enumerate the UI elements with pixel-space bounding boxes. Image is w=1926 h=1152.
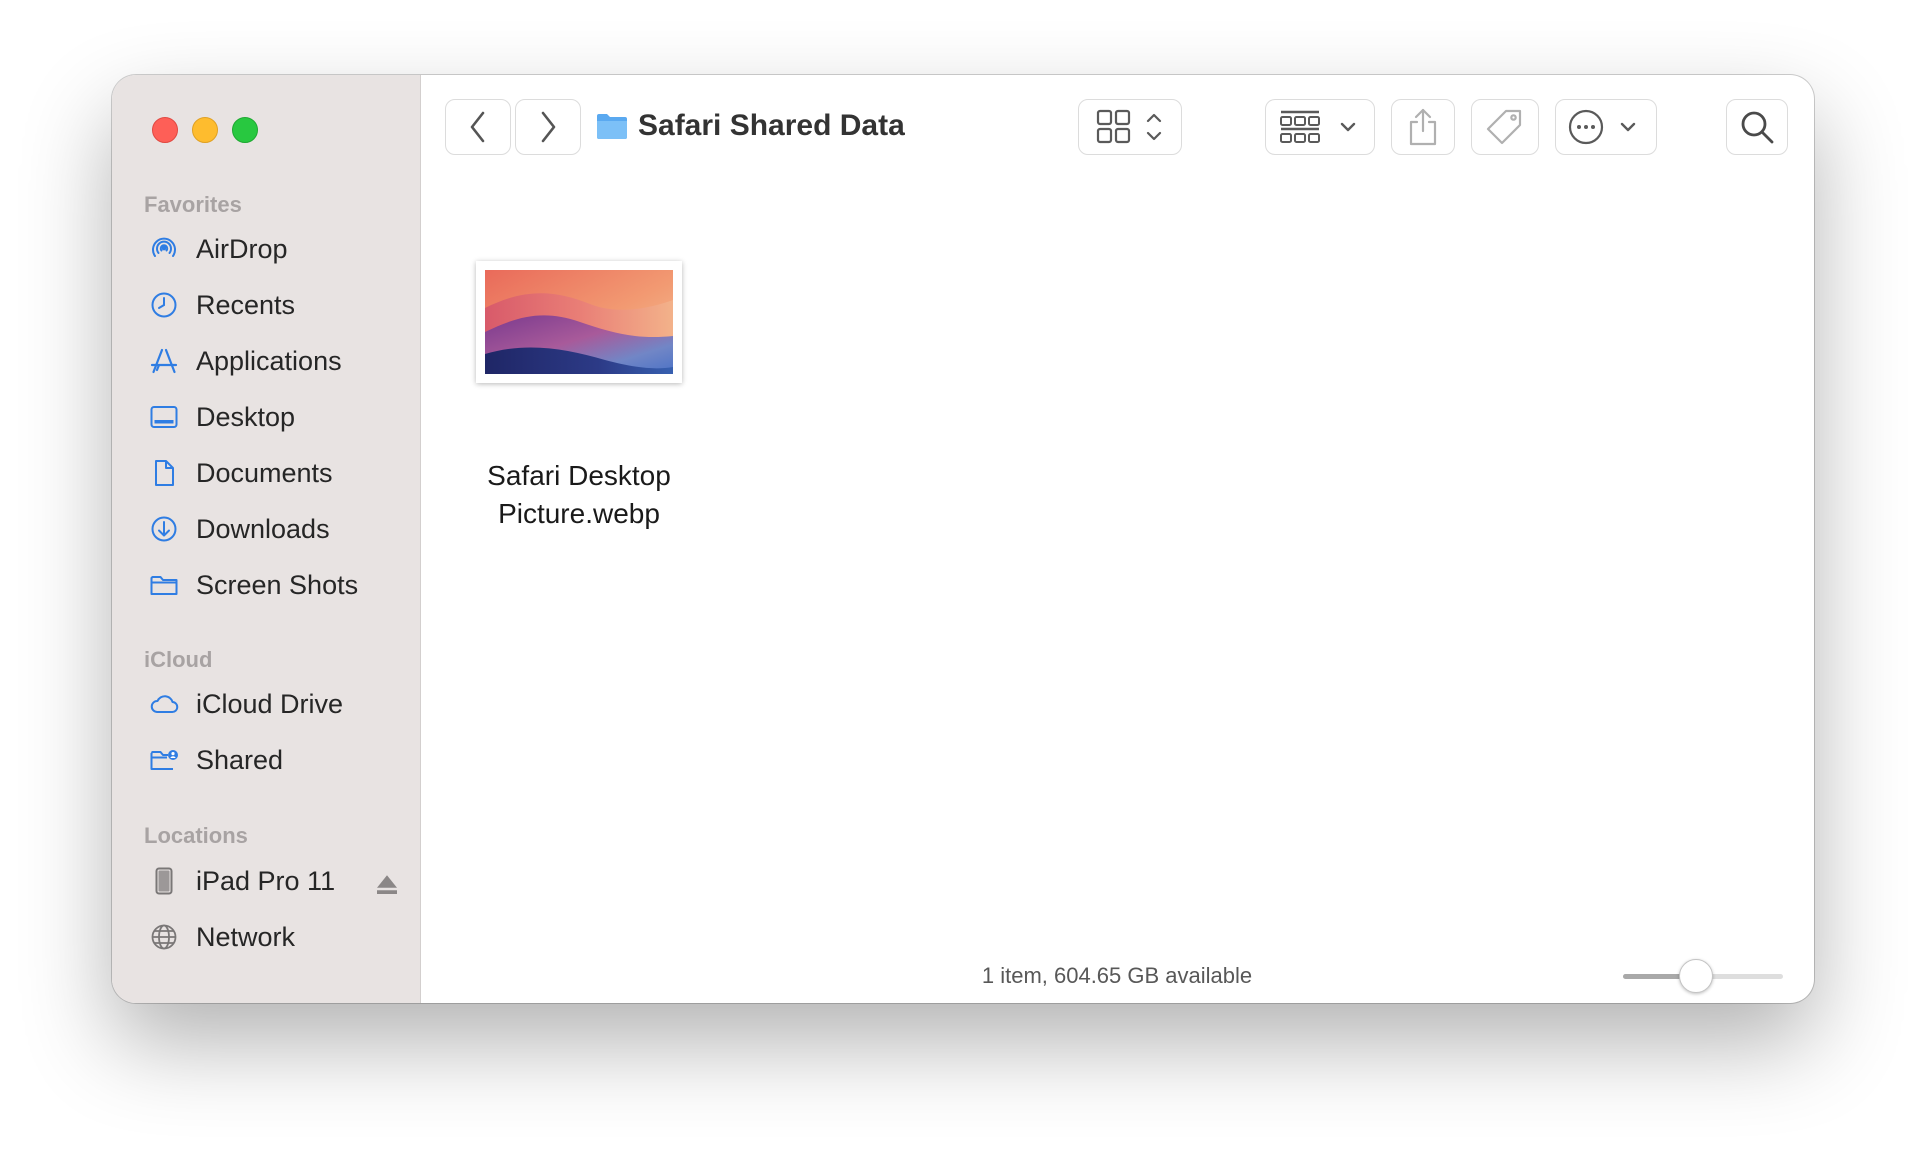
file-name-line-2: Picture.webp — [498, 498, 660, 529]
sidebar-item-label: Desktop — [196, 401, 296, 432]
group-button[interactable] — [1265, 99, 1375, 155]
forward-button[interactable] — [515, 99, 581, 155]
share-button[interactable] — [1391, 99, 1455, 155]
tag-button[interactable] — [1471, 99, 1539, 155]
sidebar-item-screen-shots[interactable]: Screen Shots — [136, 561, 406, 609]
sidebar-item-label: iPad Pro 11 — [196, 865, 336, 896]
wallpaper-preview-image — [485, 270, 673, 374]
clock-icon — [148, 289, 180, 321]
folder-icon — [596, 112, 628, 140]
sidebar-item-label: Documents — [196, 457, 333, 488]
desktop-icon — [148, 401, 180, 433]
favorites-header: Favorites — [144, 192, 242, 217]
sidebar-item-label: Recents — [196, 289, 296, 320]
action-menu-button[interactable] — [1555, 99, 1657, 155]
sidebar-item-recents[interactable]: Recents — [136, 281, 406, 329]
locations-header: Locations — [144, 823, 248, 848]
search-button[interactable] — [1726, 99, 1788, 155]
maximize-window-button[interactable] — [232, 117, 258, 143]
sidebar-item-label: Network — [196, 921, 296, 952]
window-title: Safari Shared Data — [596, 105, 905, 147]
download-icon — [148, 513, 180, 545]
ipad-icon — [148, 865, 180, 897]
sidebar-item-network[interactable]: Network — [136, 913, 406, 961]
sidebar-item-downloads[interactable]: Downloads — [136, 505, 406, 553]
view-options-button[interactable] — [1078, 99, 1182, 155]
more-icon — [1566, 107, 1646, 147]
sidebar: Favorites AirDrop Recents Applications D… — [112, 75, 421, 1003]
file-name-label[interactable]: Safari Desktop Picture.webp — [442, 457, 716, 533]
icon-size-slider-knob[interactable] — [1679, 959, 1713, 993]
sidebar-item-label: Screen Shots — [196, 569, 359, 600]
close-window-button[interactable] — [152, 117, 178, 143]
document-icon — [148, 457, 180, 489]
tag-icon — [1485, 107, 1525, 147]
sidebar-item-icloud-drive[interactable]: iCloud Drive — [136, 680, 406, 728]
sidebar-item-airdrop[interactable]: AirDrop — [136, 225, 406, 273]
sidebar-item-shared[interactable]: Shared — [136, 736, 406, 784]
sidebar-item-ipad-pro-11[interactable]: iPad Pro 11 — [136, 857, 406, 905]
file-name-line-1: Safari Desktop — [487, 460, 671, 491]
chevron-left-icon — [467, 110, 489, 144]
sidebar-item-label: Applications — [196, 345, 342, 376]
grid-view-icon — [1094, 107, 1166, 147]
airdrop-icon — [148, 233, 180, 265]
sidebar-item-label: AirDrop — [196, 233, 288, 264]
share-icon — [1406, 107, 1440, 147]
sidebar-item-documents[interactable]: Documents — [136, 449, 406, 497]
folder-icon — [148, 569, 180, 601]
sidebar-item-applications[interactable]: Applications — [136, 337, 406, 385]
finder-window: Favorites AirDrop Recents Applications D… — [112, 75, 1814, 1003]
search-icon — [1739, 109, 1775, 145]
file-thumbnail[interactable] — [476, 261, 682, 383]
back-button[interactable] — [445, 99, 511, 155]
icloud-header: iCloud — [144, 647, 213, 672]
status-bar-text: 1 item, 604.65 GB available — [981, 963, 1253, 988]
chevron-right-icon — [537, 110, 559, 144]
sidebar-item-label: iCloud Drive — [196, 688, 344, 719]
shared-folder-icon — [148, 744, 180, 776]
icon-size-slider[interactable] — [1623, 959, 1783, 993]
sidebar-item-desktop[interactable]: Desktop — [136, 393, 406, 441]
minimize-window-button[interactable] — [192, 117, 218, 143]
eject-icon[interactable] — [372, 869, 397, 894]
window-title-text: Safari Shared Data — [638, 109, 905, 142]
applications-icon — [148, 345, 180, 377]
group-icon — [1277, 107, 1363, 147]
sidebar-item-label: Downloads — [196, 513, 330, 544]
globe-icon — [148, 921, 180, 953]
sidebar-item-label: Shared — [196, 744, 284, 775]
cloud-icon — [148, 688, 180, 720]
